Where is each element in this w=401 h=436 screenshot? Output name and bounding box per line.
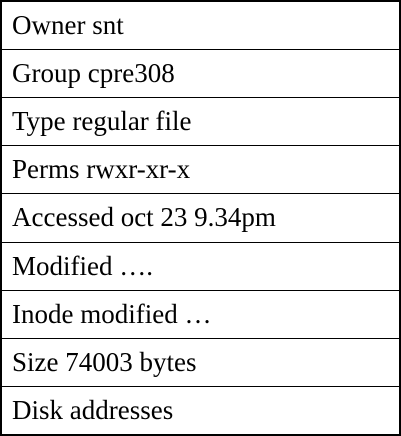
inode-attribute-table: Owner snt Group cpre308 Type regular fil…	[0, 0, 401, 436]
inode-modified-row: Inode modified …	[2, 289, 399, 338]
owner-row: Owner snt	[12, 10, 124, 41]
size-row: Size 74003 bytes	[2, 337, 399, 386]
accessed-row: Accessed oct 23 9.34pm	[2, 193, 399, 241]
perms-row: Perms rwxr-xr-x	[2, 145, 399, 193]
type-row: Type regular file	[2, 97, 399, 145]
group-row: Group cpre308	[2, 49, 399, 97]
modified-row: Modified ….	[2, 241, 399, 290]
disk-addresses-row: Disk addresses	[2, 385, 399, 434]
